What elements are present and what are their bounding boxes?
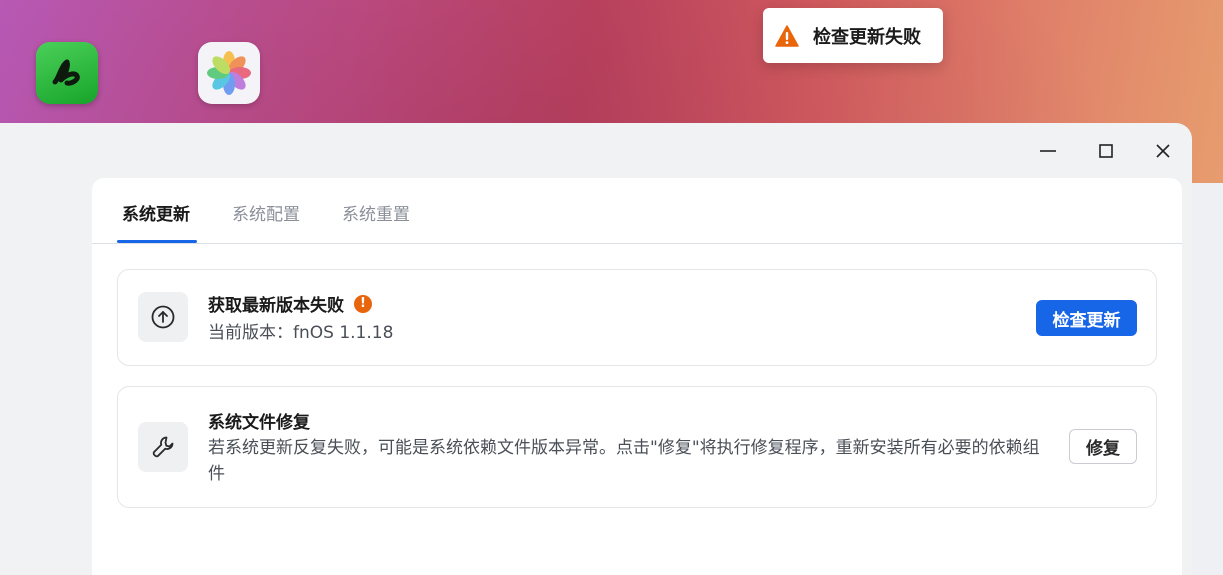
wrench-icon <box>152 436 174 458</box>
tab-system-reset[interactable]: 系统重置 <box>342 200 410 225</box>
photos-app-icon[interactable] <box>198 42 260 104</box>
repair-card: 系统文件修复 若系统更新反复失败，可能是系统依赖文件版本异常。点击"修复"将执行… <box>117 386 1157 508</box>
check-update-button[interactable]: 检查更新 <box>1036 300 1137 336</box>
repair-button[interactable]: 修复 <box>1069 429 1137 464</box>
system-settings-window: 系统更新 系统配置 系统重置 获取最新版本失败 ! 当前版本：fnOS 1.1.… <box>0 123 1192 575</box>
warning-triangle-icon <box>775 24 799 47</box>
current-version: 当前版本：fnOS 1.1.18 <box>208 323 394 343</box>
close-icon <box>1156 144 1170 158</box>
tab-system-update[interactable]: 系统更新 <box>122 200 190 225</box>
tab-bar: 系统更新 系统配置 系统重置 <box>92 178 1182 244</box>
active-tab-indicator <box>117 240 197 243</box>
repair-description: 若系统更新反复失败，可能是系统依赖文件版本异常。点击"修复"将执行修复程序，重新… <box>208 438 1040 484</box>
error-toast: 检查更新失败 <box>763 8 943 63</box>
green-app-icon[interactable] <box>36 42 98 104</box>
maximize-button[interactable] <box>1091 137 1121 165</box>
exclamation-circle-icon: ! <box>354 294 372 313</box>
minimize-button[interactable] <box>1033 137 1063 165</box>
repair-icon-box <box>138 422 188 472</box>
update-icon-box <box>138 292 188 342</box>
settings-panel: 系统更新 系统配置 系统重置 获取最新版本失败 ! 当前版本：fnOS 1.1.… <box>92 178 1182 575</box>
update-card: 获取最新版本失败 ! 当前版本：fnOS 1.1.18 检查更新 <box>117 269 1157 366</box>
tab-system-config[interactable]: 系统配置 <box>232 200 300 225</box>
close-button[interactable] <box>1148 137 1178 165</box>
repair-title: 系统文件修复 <box>208 413 310 433</box>
update-title-row: 获取最新版本失败 ! <box>208 291 372 316</box>
toast-message: 检查更新失败 <box>813 26 921 48</box>
update-title: 获取最新版本失败 <box>208 296 344 316</box>
minimize-icon <box>1040 150 1056 152</box>
arrow-up-circle-icon <box>151 305 175 329</box>
maximize-icon <box>1099 144 1113 158</box>
